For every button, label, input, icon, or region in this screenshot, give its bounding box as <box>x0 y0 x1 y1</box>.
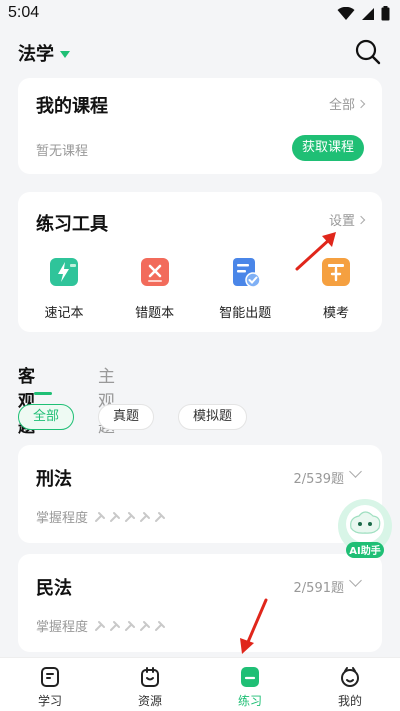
nav-label: 练习 <box>237 694 262 708</box>
tool-label: 错题本 <box>135 306 175 321</box>
my-courses-card: 我的课程 全部 暂无课程 获取课程 <box>18 78 382 174</box>
get-course-button[interactable]: 获取课程 <box>291 135 364 161</box>
filter-chips: 全部 真题 模拟题 <box>18 404 248 430</box>
nav-label: 学习 <box>37 694 62 708</box>
caret-down-icon <box>60 50 70 58</box>
subject-selector[interactable]: 法学 <box>18 40 70 66</box>
tool-label: 速记本 <box>44 306 84 321</box>
nav-label: 资源 <box>137 694 162 708</box>
nav-practice[interactable]: 练习 <box>200 658 300 711</box>
ai-assistant-label: AI助手 <box>349 544 380 557</box>
gavel-icon <box>140 620 151 631</box>
signal-icon <box>362 7 374 20</box>
chevron-down-icon[interactable] <box>349 574 362 587</box>
nav-label: 我的 <box>337 694 362 708</box>
gavel-icon <box>140 511 151 522</box>
my-courses-title: 我的课程 <box>36 96 108 117</box>
top-bar: 法学 <box>0 36 400 68</box>
annotation-arrow-settings <box>295 232 336 271</box>
my-courses-all-link[interactable]: 全部 <box>328 94 366 113</box>
profile-icon <box>341 667 359 687</box>
tool-label: 智能出题 <box>219 306 272 321</box>
subject-name: 民法 <box>36 578 72 599</box>
gavel-icon <box>155 620 166 631</box>
wifi-icon <box>337 6 355 20</box>
wrong-book-icon <box>140 258 169 286</box>
battery-icon <box>381 6 390 21</box>
bottom-nav: 学习 资源 练习 我的 <box>0 657 400 711</box>
search-icon[interactable] <box>354 38 382 66</box>
subject-label: 法学 <box>18 44 54 65</box>
chevron-right-icon <box>356 215 366 224</box>
chevron-down-icon[interactable] <box>349 465 362 478</box>
gavel-icon <box>110 511 121 522</box>
flashcard-icon <box>50 258 78 286</box>
tool-flashcards[interactable]: 速记本 <box>24 256 104 321</box>
resources-icon <box>141 667 159 687</box>
subject-progress-count: 2/539题 <box>293 472 344 487</box>
mastery-rating <box>94 620 166 632</box>
subject-name: 刑法 <box>36 469 72 490</box>
mastery-row: 掌握程度 <box>36 507 166 526</box>
tool-label: 模考 <box>322 306 349 321</box>
no-course-text: 暂无课程 <box>36 144 89 159</box>
my-courses-all-label: 全部 <box>328 98 355 113</box>
annotation-arrow-practice <box>240 598 268 654</box>
gavel-icon <box>95 511 106 522</box>
gavel-icon <box>125 620 136 631</box>
tool-wrong-book[interactable]: 错题本 <box>115 256 195 321</box>
mastery-label: 掌握程度 <box>36 511 89 526</box>
filter-all[interactable]: 全部 <box>18 404 75 430</box>
subject-progress-count: 2/591题 <box>293 581 344 596</box>
practice-icon <box>241 667 259 687</box>
nav-profile[interactable]: 我的 <box>300 658 400 711</box>
mastery-rating <box>94 511 166 523</box>
status-icons <box>337 6 390 21</box>
filter-mock[interactable]: 模拟题 <box>178 404 248 430</box>
chevron-right-icon <box>356 99 366 108</box>
gavel-icon <box>110 620 121 631</box>
practice-tools-title: 练习工具 <box>36 214 108 235</box>
subject-card-criminal-law[interactable]: 刑法 2/539题 掌握程度 <box>18 445 382 543</box>
ai-assistant-button[interactable]: AI助手 <box>335 498 395 564</box>
status-time: 5:04 <box>8 4 40 21</box>
gavel-icon <box>155 511 166 522</box>
status-bar: 5:04 <box>0 0 400 28</box>
tool-smart-quiz[interactable]: 智能出题 <box>205 256 285 321</box>
active-tab-indicator <box>34 392 52 395</box>
smart-quiz-icon <box>233 258 262 288</box>
study-icon <box>41 667 59 687</box>
nav-study[interactable]: 学习 <box>0 658 100 711</box>
nav-resources[interactable]: 资源 <box>100 658 200 711</box>
gavel-icon <box>125 511 136 522</box>
filter-past-exams[interactable]: 真题 <box>98 404 155 430</box>
subject-card-civil-law[interactable]: 民法 2/591题 掌握程度 <box>18 554 382 652</box>
mastery-label: 掌握程度 <box>36 620 89 635</box>
gavel-icon <box>95 620 106 631</box>
ai-assistant-icon: AI助手 <box>338 499 392 558</box>
mastery-row: 掌握程度 <box>36 616 166 635</box>
